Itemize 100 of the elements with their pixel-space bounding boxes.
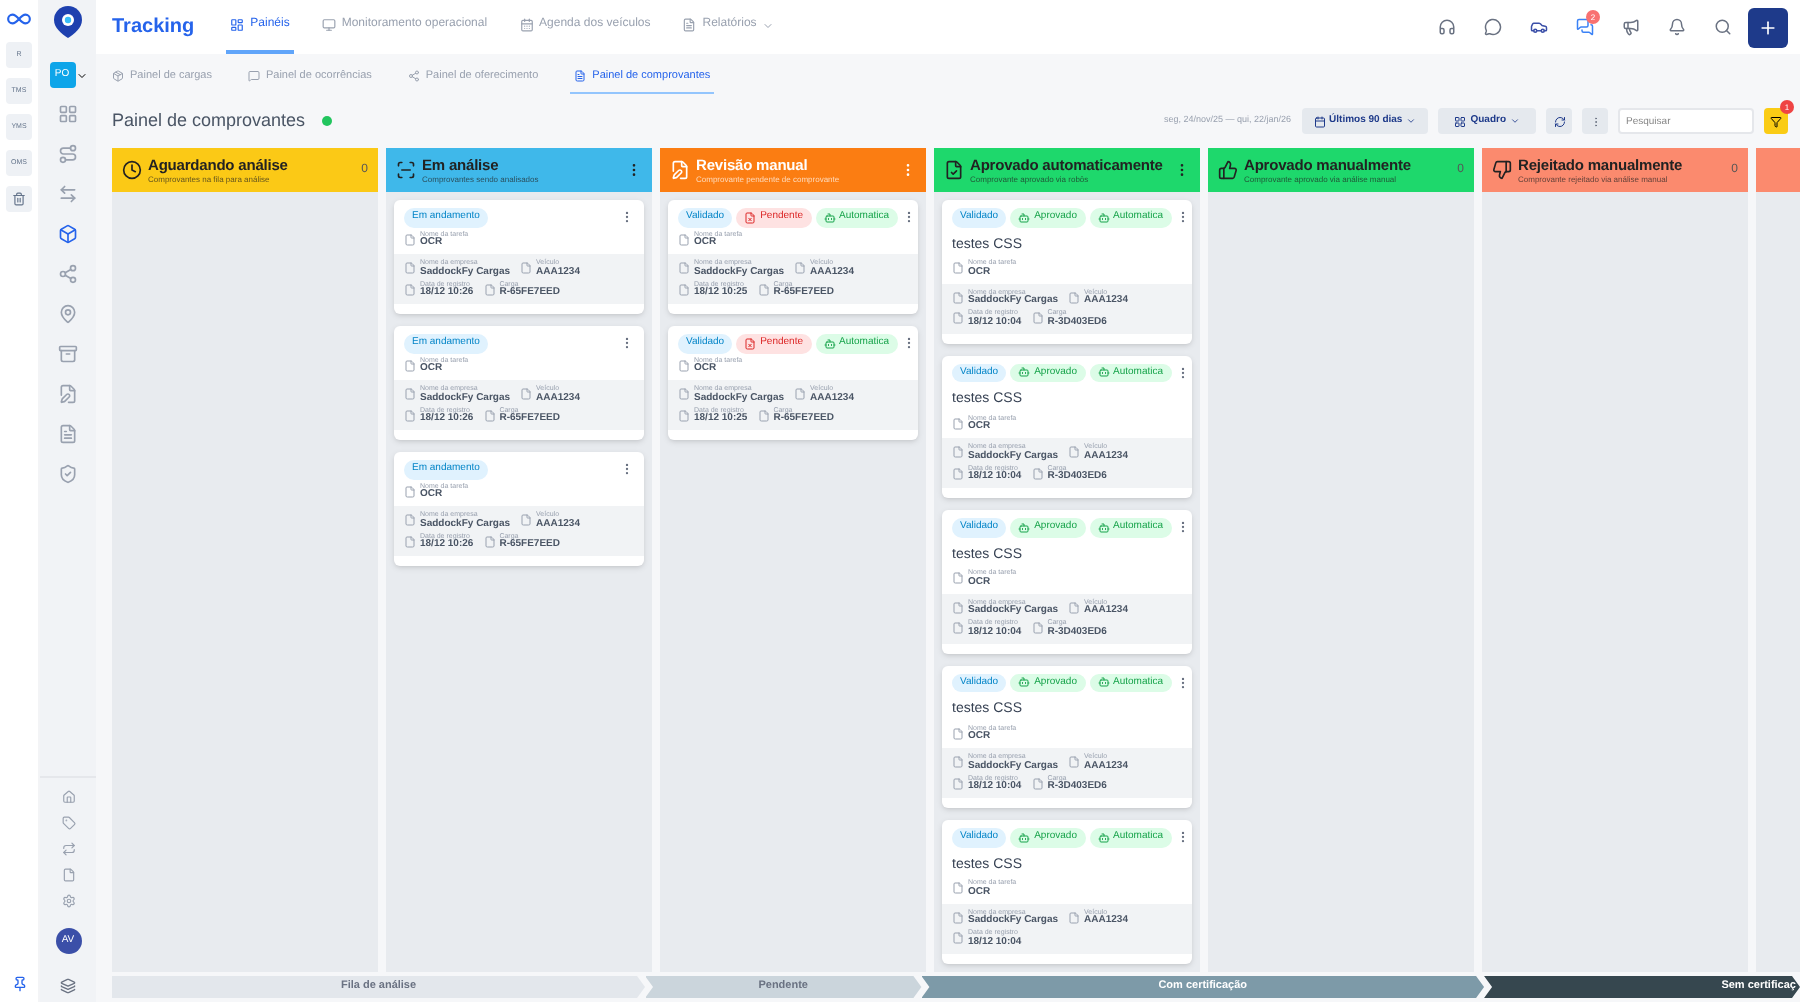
document-icon — [682, 18, 697, 32]
edit-document-icon — [670, 160, 690, 180]
field-icon — [678, 283, 690, 296]
calendar-icon — [519, 18, 534, 32]
field-icon — [1031, 777, 1044, 790]
caret-icon — [1510, 116, 1520, 126]
robot-icon — [1097, 211, 1109, 224]
field-icon — [678, 359, 690, 372]
pin-icon — [58, 304, 78, 324]
search-icon[interactable] — [1714, 18, 1732, 36]
robot-icon — [823, 211, 836, 224]
field-icon — [952, 622, 964, 635]
field-icon — [1068, 756, 1081, 769]
trash-icon[interactable] — [12, 192, 26, 206]
field-icon — [1068, 911, 1081, 924]
field-icon — [1068, 446, 1081, 459]
field-icon — [678, 233, 690, 246]
chat-icon — [247, 69, 260, 82]
scan-icon — [396, 160, 416, 180]
field-icon — [1068, 601, 1081, 614]
add-button[interactable] — [1748, 7, 1788, 47]
field-icon — [483, 535, 496, 548]
field-icon — [404, 514, 416, 527]
car-icon[interactable] — [1530, 18, 1548, 36]
logo-icon — [54, 6, 82, 38]
thumbs-up-icon — [1218, 160, 1238, 180]
field-icon — [794, 388, 807, 401]
field-icon — [404, 485, 416, 498]
field-icon — [952, 911, 964, 924]
field-icon — [678, 262, 690, 275]
caret-icon[interactable] — [75, 69, 87, 81]
pin-icon[interactable] — [11, 976, 27, 992]
field-icon — [952, 291, 964, 304]
layers-icon[interactable] — [60, 978, 76, 994]
plus-icon — [1758, 17, 1778, 37]
swap-icon — [58, 184, 78, 204]
messages-icon[interactable] — [1576, 18, 1594, 36]
document-icon — [744, 211, 757, 224]
field-icon — [952, 932, 964, 945]
field-icon — [520, 262, 533, 275]
field-icon — [520, 514, 533, 527]
field-icon — [404, 262, 416, 275]
field-icon — [483, 409, 496, 422]
grid-icon — [58, 104, 78, 124]
robot-icon — [1097, 521, 1109, 534]
page-title: Painel de comprovantes — [112, 107, 306, 134]
chat-icon[interactable] — [1484, 18, 1502, 36]
field-icon — [757, 283, 770, 296]
more-icon[interactable] — [620, 336, 634, 351]
refresh-button[interactable] — [1546, 108, 1572, 134]
field-icon — [404, 388, 416, 401]
dashboard-icon — [230, 18, 245, 32]
bell-icon[interactable] — [1668, 18, 1686, 36]
field-icon — [1068, 291, 1081, 304]
cube-icon — [58, 224, 78, 244]
field-icon — [1031, 622, 1044, 635]
thumbs-down-icon — [1492, 160, 1512, 180]
field-icon — [757, 409, 770, 422]
document-icon — [574, 69, 587, 82]
field-icon — [520, 388, 533, 401]
caret-icon — [1406, 116, 1417, 126]
share-icon — [407, 69, 420, 82]
document-icon — [58, 424, 78, 444]
more-icon[interactable] — [620, 210, 634, 225]
robot-icon — [1018, 211, 1031, 224]
field-icon — [952, 756, 964, 769]
shield-icon — [58, 464, 78, 484]
robot-icon — [1018, 521, 1031, 534]
robot-icon — [1018, 676, 1031, 689]
field-icon — [1031, 312, 1044, 325]
more-icon[interactable] — [620, 462, 634, 477]
field-icon — [794, 262, 807, 275]
field-icon — [404, 233, 416, 246]
field-icon — [952, 777, 964, 790]
robot-icon — [823, 337, 836, 350]
field-icon — [952, 882, 964, 895]
megaphone-icon[interactable] — [1622, 18, 1640, 36]
field-icon — [952, 572, 964, 585]
field-icon — [678, 388, 690, 401]
headset-icon[interactable] — [1438, 18, 1456, 36]
robot-icon — [1097, 366, 1109, 379]
robot-icon — [1097, 676, 1109, 689]
field-icon — [1031, 467, 1044, 480]
edit-document-icon — [58, 384, 78, 404]
board-icon — [1454, 115, 1467, 127]
field-icon — [952, 446, 964, 459]
calendar-icon — [1313, 115, 1326, 127]
field-icon — [483, 283, 496, 296]
field-icon — [952, 601, 964, 614]
field-icon — [404, 535, 416, 548]
clock-icon — [122, 160, 142, 180]
filter-icon — [1770, 115, 1782, 127]
field-icon — [404, 359, 416, 372]
robot-icon — [1097, 831, 1109, 844]
robot-icon — [1018, 366, 1031, 379]
document-check-icon — [944, 160, 964, 180]
sidebar-item[interactable] — [58, 224, 78, 244]
field-icon — [952, 262, 964, 275]
app-title: Tracking — [112, 14, 195, 42]
field-icon — [678, 409, 690, 422]
